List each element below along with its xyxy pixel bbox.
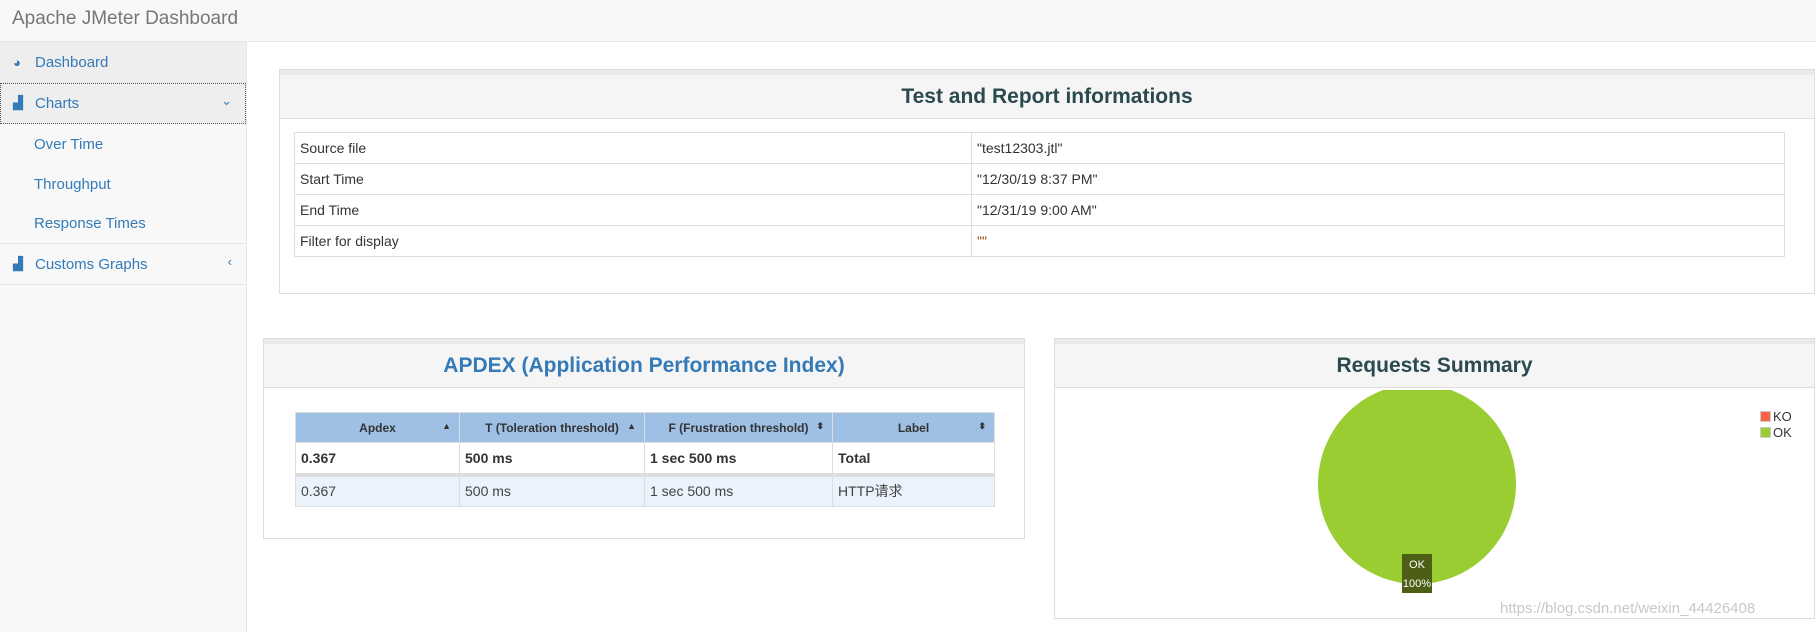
sort-icon: ⬍ [978, 421, 986, 431]
info-key: Source file [294, 132, 972, 164]
cell: Total [832, 442, 995, 477]
cell: 0.367 [295, 442, 460, 477]
sidebar-item-dashboard[interactable]: ◕ Dashboard [0, 42, 246, 83]
header-label: Apdex [359, 420, 396, 435]
header-label: Label [897, 420, 930, 435]
column-header-label[interactable]: Label ⬍ [832, 412, 995, 443]
sort-icon: ⬍ [816, 421, 824, 431]
legend-label: KO [1773, 408, 1792, 424]
info-value: "" [971, 225, 1785, 257]
info-value: "12/30/19 8:37 PM" [971, 163, 1785, 195]
sidebar-item-label: Throughput [34, 175, 111, 193]
bar-chart-icon: ▟ [13, 95, 23, 110]
chart-legend: KO OK [1760, 408, 1792, 440]
bar-chart-icon: ▟ [13, 256, 23, 271]
watermark: https://blog.csdn.net/weixin_44426408 [1500, 600, 1756, 617]
legend-item-ko[interactable]: KO [1760, 408, 1792, 424]
summary-title: Requests Summary [1055, 339, 1814, 388]
pie-chart: OK 100% [1318, 390, 1516, 593]
sidebar: ◕ Dashboard ▟ Charts ⌄ Over Time Throughput… [0, 42, 247, 632]
cell: 500 ms [459, 474, 645, 507]
legend-label: OK [1773, 424, 1792, 440]
header-label: F (Frustration threshold) [668, 420, 809, 435]
table-row-total: 0.367 500 ms 1 sec 500 ms Total [295, 442, 995, 477]
slice-label-name: OK [1409, 559, 1426, 571]
apdex-table: Apdex ▲ T (Toleration threshold) ▲ F (Frus… [295, 412, 995, 507]
sidebar-item-label: Charts [35, 94, 80, 112]
cell: HTTP请求 [832, 474, 995, 507]
info-key: End Time [294, 194, 972, 226]
legend-swatch [1760, 410, 1771, 422]
sidebar-item-throughput[interactable]: Throughput [0, 164, 246, 204]
cell: 500 ms [459, 442, 645, 477]
sidebar-item-customs-graphs[interactable]: ▟ Customs Graphs ‹ [0, 244, 246, 285]
top-navbar: Apache JMeter Dashboard [0, 0, 1816, 42]
sort-asc-icon: ▲ [442, 421, 451, 431]
sort-icon: ▲ [627, 421, 636, 431]
table-row: Filter for display "" [294, 225, 1785, 257]
sidebar-item-charts[interactable]: ▟ Charts ⌄ [0, 83, 246, 124]
apdex-panel: APDEX (Application Performance Index) Ap… [263, 338, 1025, 539]
sidebar-item-response-times[interactable]: Response Times [0, 204, 246, 244]
cell: 1 sec 500 ms [644, 442, 833, 477]
cell: 0.367 [295, 474, 460, 507]
info-value: "test12303.jtl" [971, 132, 1785, 164]
table-row: 0.367 500 ms 1 sec 500 ms HTTP请求 [295, 474, 995, 507]
chevron-left-icon: ‹ [227, 254, 232, 269]
sidebar-item-over-time[interactable]: Over Time [0, 124, 246, 164]
table-row: Start Time "12/30/19 8:37 PM" [294, 163, 1785, 195]
sidebar-item-label: Dashboard [35, 53, 109, 71]
table-row: Source file "test12303.jtl" [294, 132, 1785, 164]
legend-swatch [1760, 426, 1771, 438]
legend-item-ok[interactable]: OK [1760, 424, 1792, 440]
info-key: Filter for display [294, 225, 972, 257]
column-header-apdex[interactable]: Apdex ▲ [295, 412, 460, 443]
info-key: Start Time [294, 163, 972, 195]
info-table: Source file "test12303.jtl" Start Time "12… [294, 132, 1785, 257]
column-header-frustration[interactable]: F (Frustration threshold) ⬍ [644, 412, 833, 443]
column-header-toleration[interactable]: T (Toleration threshold) ▲ [459, 412, 645, 443]
info-title: Test and Report informations [280, 70, 1814, 119]
sidebar-item-label: Customs Graphs [35, 255, 148, 273]
cell: 1 sec 500 ms [644, 474, 833, 507]
slice-label-percent: 100% [1403, 578, 1431, 590]
info-panel: Test and Report informations Source file… [279, 69, 1815, 294]
info-value: "12/31/19 9:00 AM" [971, 194, 1785, 226]
chevron-down-icon: ⌄ [221, 93, 232, 108]
sidebar-item-label: Over Time [34, 135, 104, 153]
apdex-title: APDEX (Application Performance Index) [264, 339, 1024, 388]
header-label: T (Toleration threshold) [485, 420, 619, 435]
table-row: End Time "12/31/19 9:00 AM" [294, 194, 1785, 226]
dashboard-icon: ◕ [13, 54, 21, 70]
app-title[interactable]: Apache JMeter Dashboard [12, 8, 238, 30]
sidebar-item-label: Response Times [34, 215, 146, 232]
